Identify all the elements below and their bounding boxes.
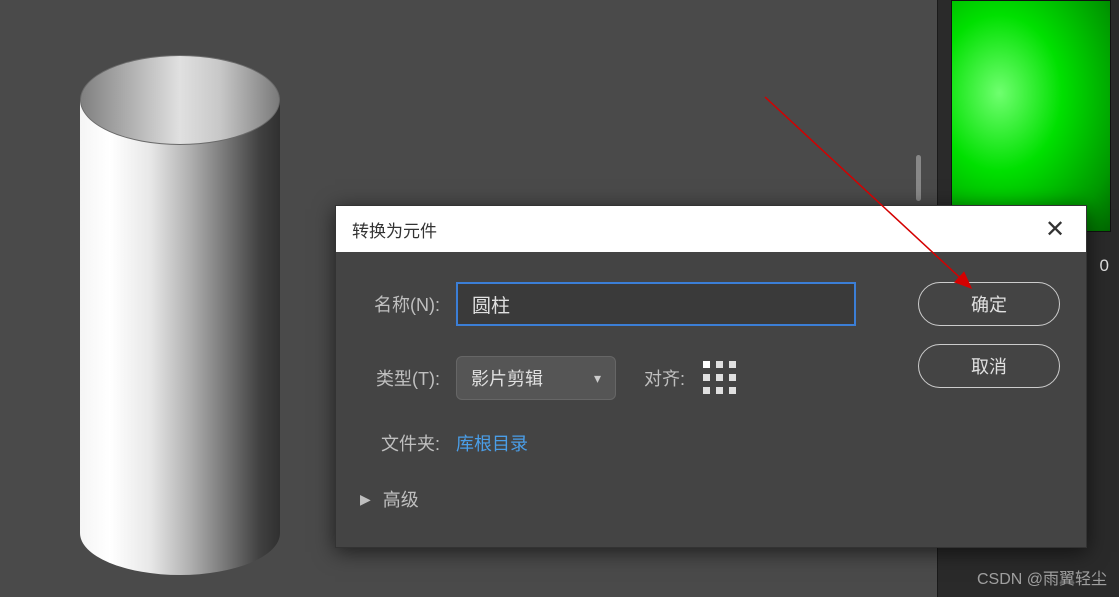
chevron-down-icon: ▾: [594, 370, 601, 387]
registration-grid[interactable]: [703, 361, 737, 395]
type-dropdown[interactable]: 影片剪辑 ▾: [456, 356, 616, 400]
advanced-label: 高级: [383, 486, 419, 512]
caret-right-icon: ▶: [360, 491, 371, 508]
name-label: 名称(N):: [360, 291, 456, 317]
advanced-toggle[interactable]: ▶ 高级: [360, 486, 1062, 512]
dialog-title: 转换为元件: [352, 217, 437, 242]
folder-label: 文件夹:: [360, 430, 456, 456]
panel-value: 0: [1100, 256, 1109, 276]
dialog-titlebar: 转换为元件 ✕: [336, 206, 1086, 252]
cylinder-top: [80, 55, 280, 145]
convert-to-symbol-dialog: 转换为元件 ✕ 确定 取消 名称(N): 类型(T): 影片剪辑 ▾ 对齐:: [335, 205, 1087, 548]
watermark: CSDN @雨翼轻尘: [977, 565, 1107, 589]
scrollbar-thumb[interactable]: [916, 155, 921, 201]
type-value: 影片剪辑: [471, 365, 543, 391]
cylinder-body: [80, 100, 280, 575]
close-icon[interactable]: ✕: [1040, 215, 1070, 244]
folder-link[interactable]: 库根目录: [456, 430, 528, 456]
dialog-body: 名称(N): 类型(T): 影片剪辑 ▾ 对齐: 文件夹: 库根目录 ▶ 高级: [336, 252, 1086, 532]
align-label: 对齐:: [644, 365, 685, 391]
name-input[interactable]: [456, 282, 856, 326]
cylinder-shape[interactable]: [80, 55, 280, 570]
color-swatch[interactable]: [951, 0, 1111, 232]
type-label: 类型(T):: [360, 365, 456, 391]
